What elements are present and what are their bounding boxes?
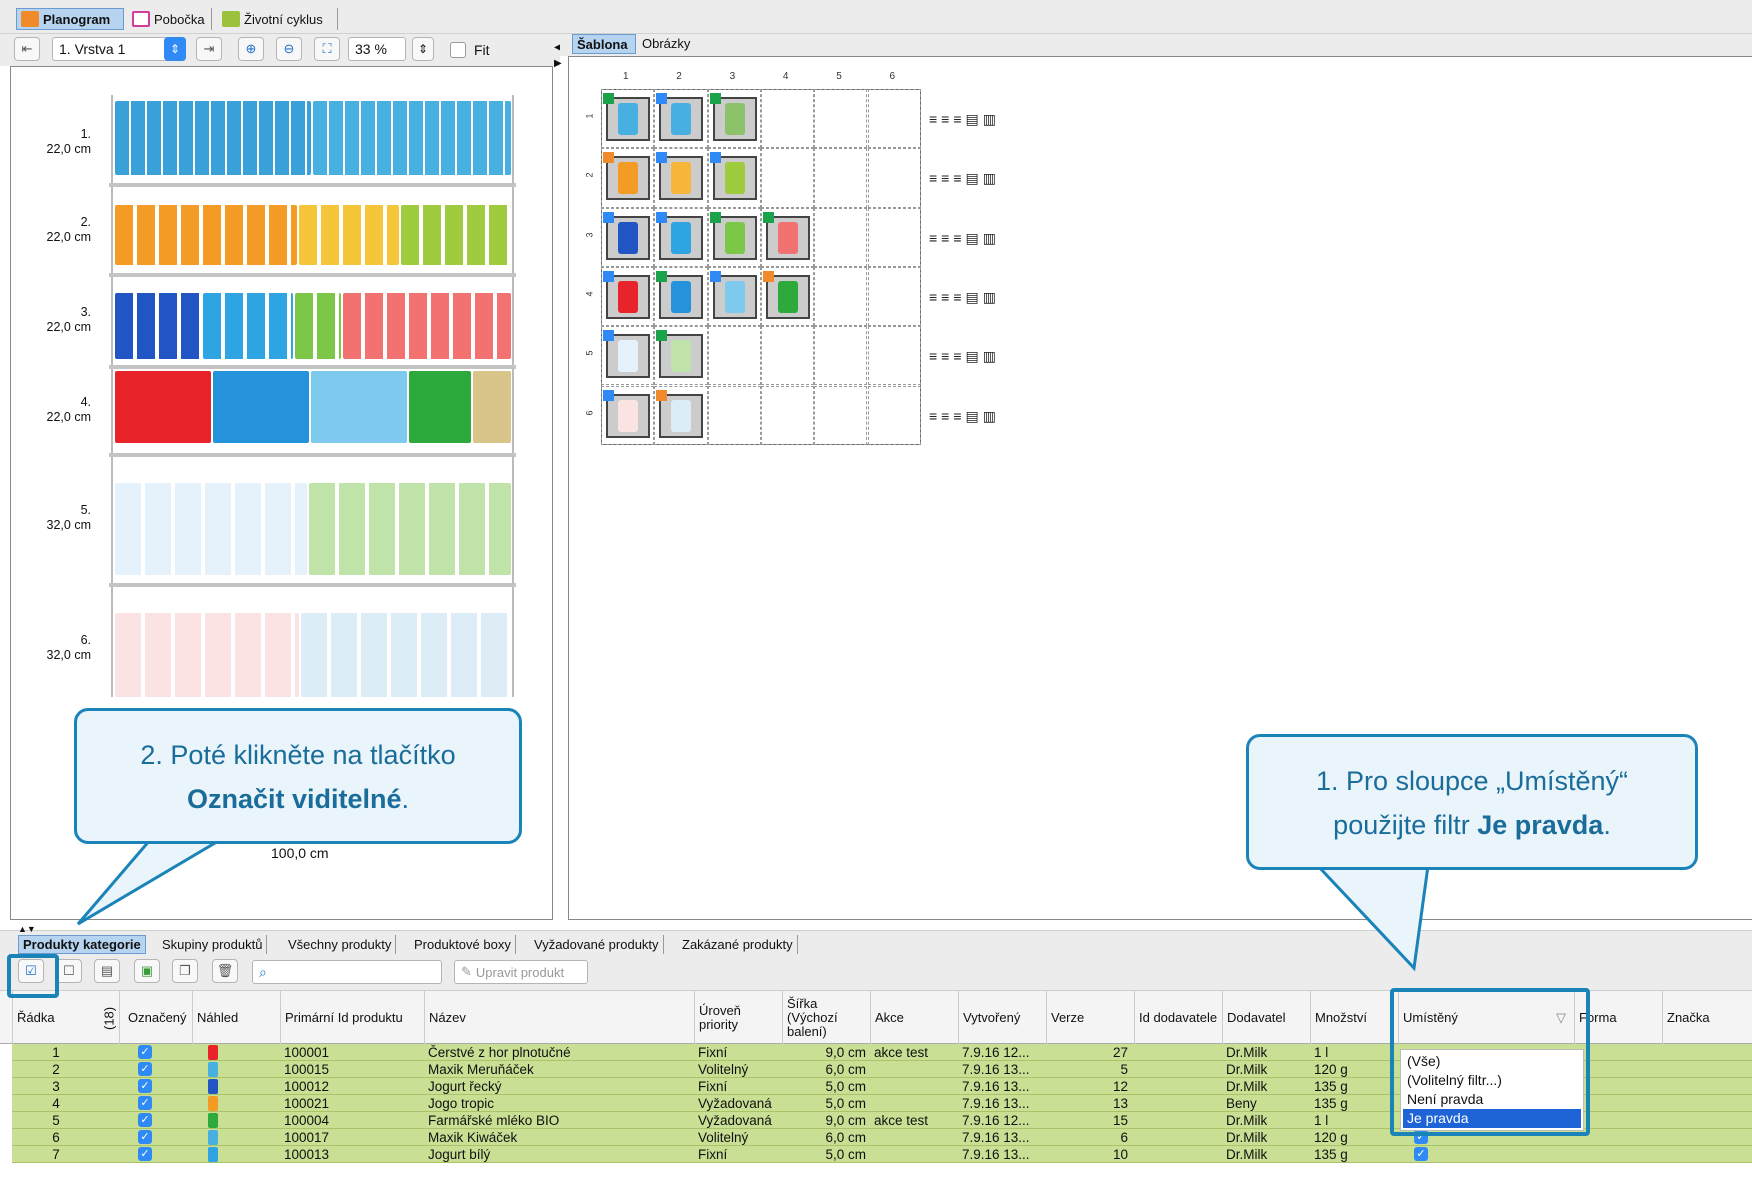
callout-2: 2. Poté klikněte na tlačítko Označit vid… (74, 708, 522, 844)
callout-1-pointer (1314, 864, 1430, 972)
callout-1: 1. Pro sloupce „Umístěný“ použijte filtr… (1246, 734, 1698, 870)
callout-2-pointer (76, 838, 226, 926)
callout-pointers (76, 838, 1430, 972)
